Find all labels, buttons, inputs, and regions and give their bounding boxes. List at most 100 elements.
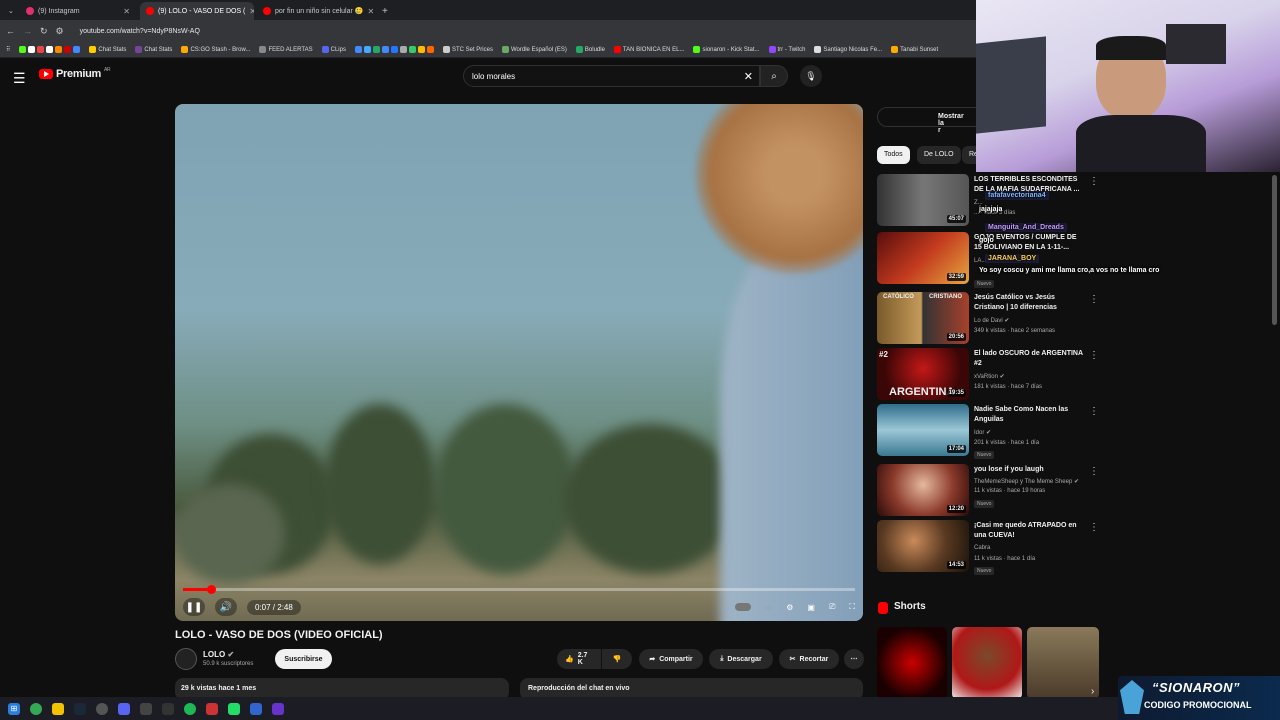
more-vertical-icon[interactable]: ⋮ xyxy=(1089,350,1099,361)
back-icon[interactable]: ← xyxy=(6,26,15,36)
site-info-icon[interactable]: ⚙ xyxy=(56,26,64,37)
progress-scrubber[interactable] xyxy=(207,585,217,594)
file-explorer-icon[interactable] xyxy=(52,702,64,715)
bookmark-icons[interactable] xyxy=(354,46,434,53)
volume-icon[interactable]: 🔊 xyxy=(215,598,237,616)
reload-icon[interactable]: ↻ xyxy=(40,26,48,37)
video-title[interactable]: El lado OSCURO de ARGENTINA #2 xyxy=(974,349,1084,369)
tab-list-button[interactable]: ⌄ xyxy=(2,2,16,20)
app-icon[interactable] xyxy=(206,702,218,715)
steam-icon[interactable] xyxy=(74,702,86,715)
video-thumbnail[interactable]: 12:20 xyxy=(877,464,969,516)
video-thumbnail[interactable]: 32:59 xyxy=(877,232,969,284)
channel-name[interactable]: TheMemeSheep y The Meme Sheep ✔ xyxy=(974,478,1079,485)
video-player[interactable]: ❚❚ 🔊 0:07 / 2:48 ▭ ⚙ ▣ ⎚ ⛶ xyxy=(175,104,863,621)
autoplay-toggle[interactable] xyxy=(734,603,751,611)
video-title[interactable]: Jesús Católico vs Jesús Cristiano | 10 d… xyxy=(974,293,1084,313)
new-tab-button[interactable]: + xyxy=(376,2,392,20)
app-icon[interactable] xyxy=(162,702,174,715)
bookmark-icons[interactable] xyxy=(19,46,81,53)
shorts-next-arrow-icon[interactable]: › xyxy=(1091,686,1094,697)
chip-all[interactable]: Todos xyxy=(877,146,910,164)
obs-icon[interactable] xyxy=(96,702,108,715)
channel-name[interactable]: LOLO ✔ xyxy=(203,650,234,659)
recommended-video[interactable]: 12:20 you lose if you laugh TheMemeSheep… xyxy=(877,464,1099,520)
more-vertical-icon[interactable]: ⋮ xyxy=(1089,406,1099,417)
miniplayer-icon[interactable]: ▣ xyxy=(807,603,815,612)
video-thumbnail[interactable]: 14:53 xyxy=(877,520,969,572)
forward-icon[interactable]: → xyxy=(23,26,32,36)
more-vertical-icon[interactable]: ⋮ xyxy=(1089,176,1099,187)
bookmark-item[interactable]: Chat Stats xyxy=(89,46,126,53)
video-thumbnail[interactable]: 17:04 xyxy=(877,404,969,456)
channel-name[interactable]: Idor ✔ xyxy=(974,429,991,436)
short-thumbnail[interactable] xyxy=(877,627,947,699)
channel-name[interactable]: Cabra xyxy=(974,545,990,551)
recommended-video[interactable]: CATÓLICO CRISTIANO 20:56 Jesús Católico … xyxy=(877,292,1099,348)
bookmark-item[interactable]: Chat StatsChat Stats xyxy=(135,46,172,53)
clear-search-icon[interactable]: ✕ xyxy=(744,70,753,83)
cast-icon[interactable]: ⎚ xyxy=(829,602,835,612)
search-button[interactable]: ⌕ xyxy=(760,65,788,87)
bookmark-item[interactable]: Santiago Nicolas Fe... xyxy=(814,46,882,53)
recommended-video[interactable]: 45:07 LOS TERRIBLES ESCONDITES DE LA MAF… xyxy=(877,174,1099,230)
chip-from-channel[interactable]: De LOLO xyxy=(917,146,961,164)
app-icon[interactable] xyxy=(250,702,262,715)
recommended-video[interactable]: #2 ARGENTINA 19:35 El lado OSCURO de ARG… xyxy=(877,348,1099,404)
video-thumbnail[interactable]: 45:07 xyxy=(877,174,969,226)
close-icon[interactable]: ✕ xyxy=(367,7,373,16)
channel-name[interactable]: Lo de Davi ✔ xyxy=(974,317,1009,324)
video-title[interactable]: ¡Casi me quedo ATRAPADO en una CUEVA! xyxy=(974,521,1084,541)
chat-scrollbar[interactable] xyxy=(1272,175,1277,325)
bookmark-item[interactable]: FEED ALERTAS xyxy=(259,46,313,53)
bookmark-item[interactable]: TAN BIONICA EN EL... xyxy=(613,46,684,53)
download-button[interactable]: ⤓ Descargar xyxy=(709,649,773,669)
settings-gear-icon[interactable]: ⚙ xyxy=(786,603,793,612)
url-field[interactable]: youtube.com/watch?v=NdyP8NsW-AQ xyxy=(80,28,200,35)
share-button[interactable]: ➦ Compartir xyxy=(639,649,703,669)
like-button[interactable]: 👍 2.7 K xyxy=(557,649,601,669)
tab-youtube-other[interactable]: por fin un niño sin celular 🥲 ✕ xyxy=(257,2,373,20)
more-vertical-icon[interactable]: ⋮ xyxy=(1089,466,1099,477)
search-input[interactable]: lolo morales ✕ xyxy=(463,65,760,87)
tab-youtube-video[interactable]: (9) LOLO - VASO DE DOS ( ✕ xyxy=(140,2,254,20)
clip-button[interactable]: ✂ Recortar xyxy=(779,649,839,669)
video-title[interactable]: you lose if you laugh xyxy=(974,465,1084,475)
spotify-icon[interactable] xyxy=(184,702,196,715)
video-progress-bar[interactable] xyxy=(183,585,855,594)
more-vertical-icon[interactable]: ⋮ xyxy=(1089,522,1099,533)
bookmark-item[interactable]: CLips xyxy=(321,46,346,53)
bookmark-item[interactable]: trr - Twitch xyxy=(768,46,805,53)
windows-start-icon[interactable]: ⊞ xyxy=(8,702,20,715)
pause-icon[interactable]: ❚❚ xyxy=(183,598,205,616)
hamburger-menu-icon[interactable]: ☰ xyxy=(13,70,26,87)
video-thumbnail[interactable]: #2 ARGENTINA 19:35 xyxy=(877,348,969,400)
subscribe-button[interactable]: Suscribirse xyxy=(275,649,332,669)
fullscreen-icon[interactable]: ⛶ xyxy=(849,602,855,612)
chrome-icon[interactable] xyxy=(30,702,42,715)
apps-icon[interactable]: ⠿ xyxy=(6,46,10,53)
recommended-video[interactable]: 17:04 Nadie Sabe Como Nacen las Anguilas… xyxy=(877,404,1099,460)
close-icon[interactable]: ✕ xyxy=(123,7,130,16)
bookmark-item[interactable]: CS:GO Stash - Brow... xyxy=(181,46,250,53)
app-icon[interactable] xyxy=(272,702,284,715)
video-thumbnail[interactable]: CATÓLICO CRISTIANO 20:56 xyxy=(877,292,969,344)
channel-avatar[interactable] xyxy=(175,648,197,670)
voice-search-button[interactable]: 🎙 xyxy=(800,65,822,87)
recommended-video[interactable]: 14:53 ¡Casi me quedo ATRAPADO en una CUE… xyxy=(877,520,1099,576)
short-thumbnail[interactable] xyxy=(1027,627,1099,699)
bookmark-item[interactable]: STC Set Prices xyxy=(442,46,493,53)
bookmark-item[interactable]: Boludle xyxy=(575,46,605,53)
youtube-premium-logo[interactable]: Premium AR xyxy=(39,67,111,80)
dislike-button[interactable]: 👎 xyxy=(602,649,632,669)
app-icon[interactable] xyxy=(228,702,240,715)
discord-icon[interactable] xyxy=(118,702,130,715)
close-icon[interactable]: ✕ xyxy=(249,7,254,16)
bookmark-item[interactable]: Tanabi Sunset xyxy=(891,46,938,53)
bookmark-item[interactable]: sionaron - Kick Stat... xyxy=(693,46,760,53)
short-thumbnail[interactable] xyxy=(952,627,1022,699)
video-title[interactable]: Nadie Sabe Como Nacen las Anguilas xyxy=(974,405,1084,425)
channel-name[interactable]: xVaRtion ✔ xyxy=(974,373,1005,380)
bookmark-item[interactable]: Wordle Español (ES) xyxy=(501,46,567,53)
more-vertical-icon[interactable]: ⋮ xyxy=(1089,294,1099,305)
